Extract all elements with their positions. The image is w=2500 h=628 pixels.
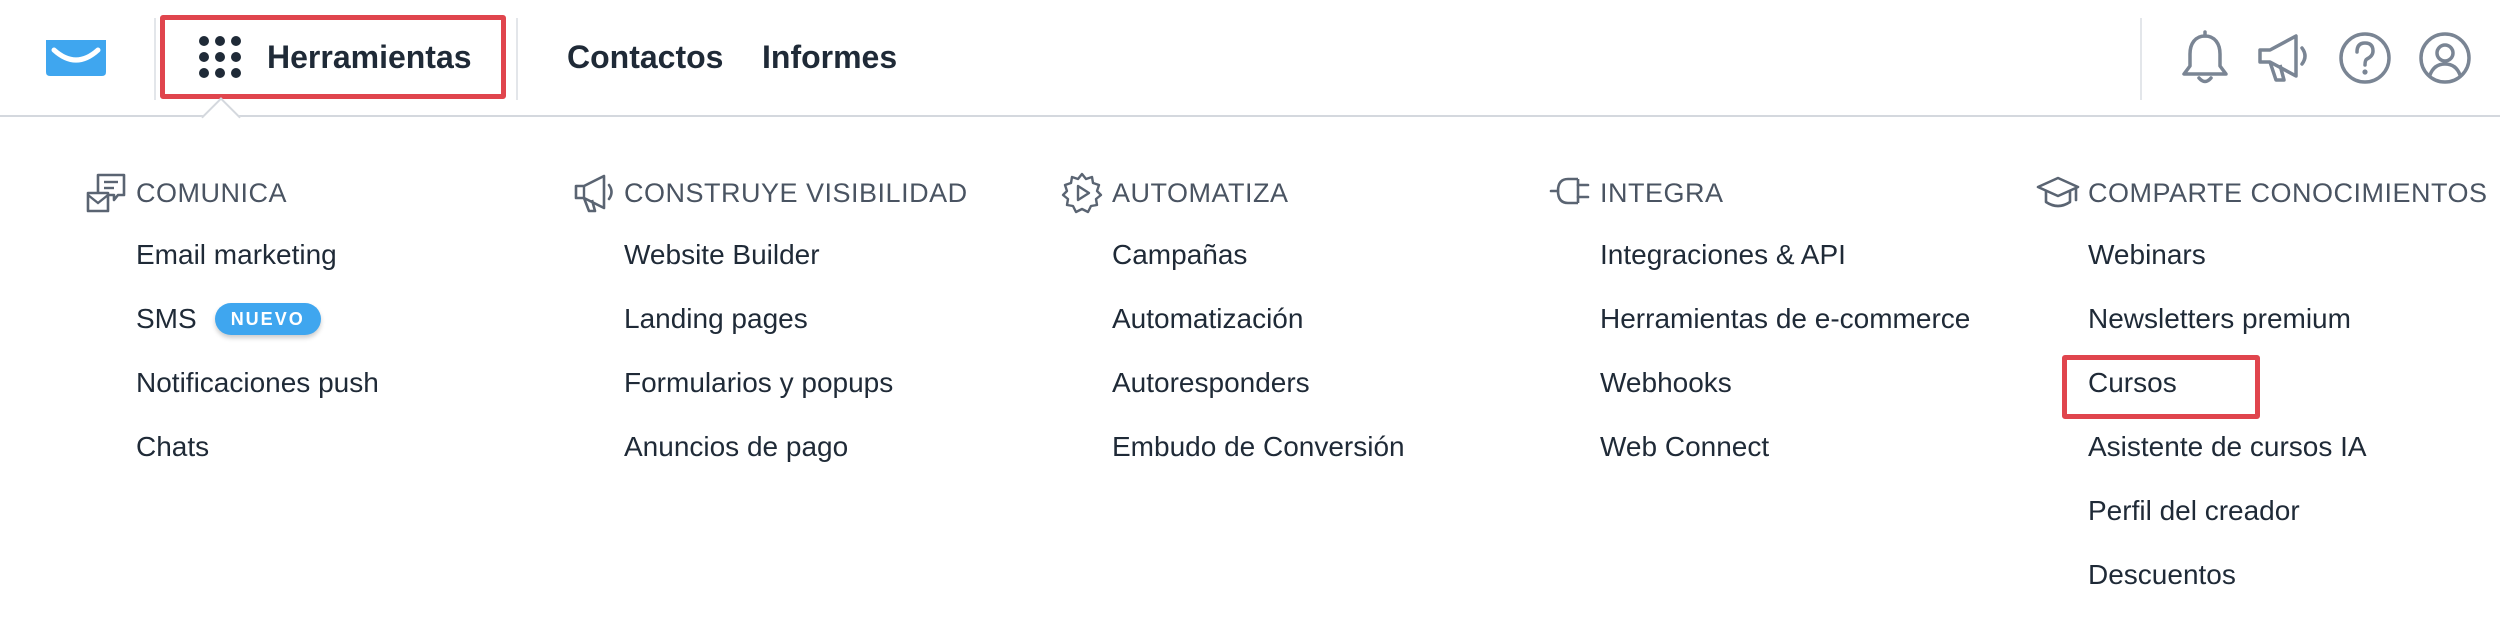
- column-header: COMUNICA: [84, 171, 379, 215]
- menu-item-website-builder[interactable]: Website Builder: [624, 231, 968, 295]
- plug-icon: [1549, 177, 1590, 205]
- column-title: AUTOMATIZA: [1112, 177, 1289, 208]
- user-circle-icon[interactable]: [2418, 30, 2472, 86]
- menu-item-ecommerce-tools[interactable]: Herramientas de e-commerce: [1600, 295, 1970, 359]
- divider: [516, 18, 518, 100]
- menu-column-communicate: COMUNICA Email marketing SMS NUEVO Notif…: [84, 171, 379, 487]
- column-title: COMUNICA: [136, 177, 287, 208]
- menu-item-courses[interactable]: Cursos: [2088, 359, 2488, 423]
- divider: [154, 18, 156, 100]
- column-header: INTEGRA: [1548, 171, 1970, 215]
- top-navigation-bar: Herramientas Contactos Informes: [0, 0, 2500, 117]
- menu-item-forms-popups[interactable]: Formularios y popups: [624, 359, 968, 423]
- menu-item-push-notifications[interactable]: Notificaciones push: [136, 359, 379, 423]
- gear-play-icon: [1061, 172, 1103, 214]
- menu-item-webinars[interactable]: Webinars: [2088, 231, 2488, 295]
- menu-column-share-knowledge: COMPARTE CONOCIMIENTOS Webinars Newslett…: [2036, 171, 2488, 615]
- tools-dropdown-menu: COMUNICA Email marketing SMS NUEVO Notif…: [0, 119, 2500, 628]
- column-title: CONSTRUYE VISIBILIDAD: [624, 177, 968, 208]
- help-circle-icon[interactable]: [2338, 30, 2392, 86]
- tools-menu-button[interactable]: Herramientas: [160, 15, 506, 99]
- grid-dots-icon: [199, 36, 241, 78]
- menu-item-premium-newsletters[interactable]: Newsletters premium: [2088, 295, 2488, 359]
- nav-reports-link[interactable]: Informes: [762, 35, 897, 79]
- menu-item-web-connect[interactable]: Web Connect: [1600, 423, 1970, 487]
- column-title: INTEGRA: [1600, 177, 1724, 208]
- new-badge: NUEVO: [214, 303, 321, 335]
- column-header: COMPARTE CONOCIMIENTOS: [2036, 171, 2488, 215]
- menu-item-ai-course-assistant[interactable]: Asistente de cursos IA: [2088, 423, 2488, 487]
- menu-item-sms[interactable]: SMS NUEVO: [136, 295, 379, 359]
- menu-item-automation[interactable]: Automatización: [1112, 295, 1405, 359]
- column-title: COMPARTE CONOCIMIENTOS: [2088, 177, 2488, 208]
- nav-contacts-link[interactable]: Contactos: [567, 35, 723, 79]
- megaphone-icon: [574, 174, 613, 213]
- divider: [2140, 18, 2142, 100]
- menu-item-landing-pages[interactable]: Landing pages: [624, 295, 968, 359]
- graduation-cap-icon: [2036, 176, 2080, 208]
- chat-envelope-icon: [86, 173, 126, 213]
- menu-column-build-visibility: CONSTRUYE VISIBILIDAD Website Builder La…: [572, 171, 968, 487]
- menu-item-autoresponders[interactable]: Autoresponders: [1112, 359, 1405, 423]
- menu-item-email-marketing[interactable]: Email marketing: [136, 231, 379, 295]
- envelope-logo-icon[interactable]: [44, 38, 108, 78]
- menu-item-chats[interactable]: Chats: [136, 423, 379, 487]
- menu-item-paid-ads[interactable]: Anuncios de pago: [624, 423, 968, 487]
- menu-column-integrate: INTEGRA Integraciones & API Herramientas…: [1548, 171, 1970, 487]
- menu-item-conversion-funnel[interactable]: Embudo de Conversión: [1112, 423, 1405, 487]
- tools-menu-label: Herramientas: [267, 38, 472, 75]
- menu-item-integrations-api[interactable]: Integraciones & API: [1600, 231, 1970, 295]
- menu-item-creator-profile[interactable]: Perfil del creador: [2088, 487, 2488, 551]
- bell-icon[interactable]: [2178, 30, 2232, 86]
- column-header: AUTOMATIZA: [1060, 171, 1405, 215]
- column-header: CONSTRUYE VISIBILIDAD: [572, 171, 968, 215]
- menu-item-campaigns[interactable]: Campañas: [1112, 231, 1405, 295]
- megaphone-icon[interactable]: [2256, 30, 2310, 86]
- menu-column-automate: AUTOMATIZA Campañas Automatización Autor…: [1060, 171, 1405, 487]
- menu-item-webhooks[interactable]: Webhooks: [1600, 359, 1970, 423]
- menu-item-discounts[interactable]: Descuentos: [2088, 551, 2488, 615]
